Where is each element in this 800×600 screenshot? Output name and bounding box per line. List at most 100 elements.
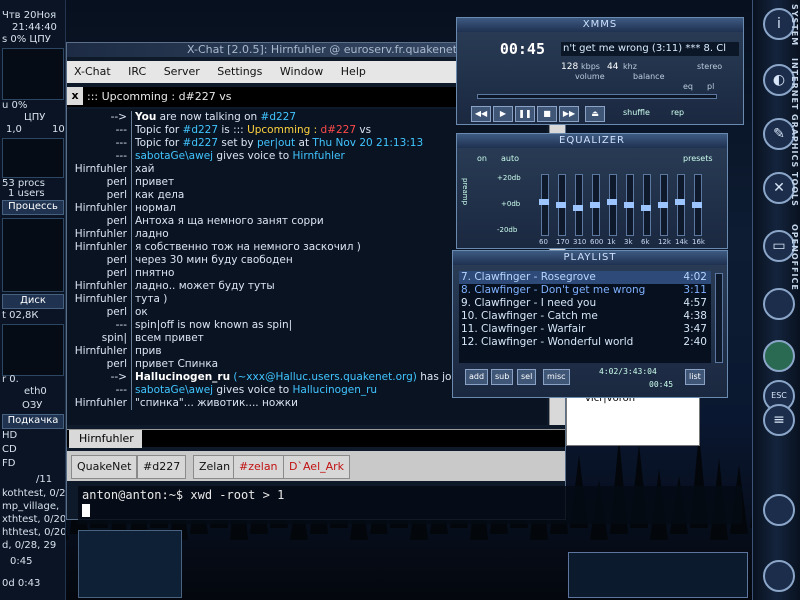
chat-nick[interactable]: --- [67, 150, 127, 163]
chat-nick[interactable]: perl [67, 358, 127, 371]
disk-button[interactable]: Диск [2, 294, 64, 309]
play-time[interactable]: 00:45 [475, 40, 545, 58]
equalizer-titlebar[interactable]: EQUALIZER [457, 134, 727, 148]
eq-presets-button[interactable]: presets [683, 154, 713, 163]
eq-slider[interactable] [692, 174, 702, 236]
eq-auto-toggle[interactable]: auto [501, 154, 519, 163]
chat-nick[interactable]: --- [67, 319, 127, 332]
dock-slot-icon-2[interactable] [763, 494, 795, 526]
menu-xchat[interactable]: X-Chat [67, 61, 118, 78]
next-button[interactable]: ▶▶ [559, 106, 579, 122]
channel-tab[interactable]: D`Ael_Ark [283, 455, 351, 479]
eq-slider[interactable] [539, 174, 549, 236]
terminal-window[interactable]: anton@anton:~$ xwd -root > 1 [78, 486, 742, 524]
pl-toggle[interactable]: pl [707, 82, 714, 91]
shuffle-toggle[interactable]: shuffle [623, 108, 650, 117]
chat-nick[interactable]: --> [67, 371, 127, 384]
menu-window[interactable]: Window [273, 61, 330, 78]
playlist-item[interactable]: 9. Clawfinger - I need you 4:57 [459, 297, 711, 310]
eq-knob[interactable] [641, 205, 651, 211]
play-button[interactable]: ▶ [493, 106, 513, 122]
chat-nick[interactable]: perl [67, 189, 127, 202]
eq-slider[interactable] [641, 174, 651, 236]
chat-nick[interactable]: Hirnfuhler [67, 241, 127, 254]
eq-slider[interactable] [590, 174, 600, 236]
playlist-item[interactable]: 10. Clawfinger - Catch me 4:38 [459, 310, 711, 323]
eq-slider[interactable] [556, 174, 566, 236]
chat-nick[interactable]: --- [67, 384, 127, 397]
desktop-pager[interactable] [568, 552, 748, 598]
playlist-add-button[interactable]: add [465, 369, 489, 385]
channel-tab[interactable]: #zelan [233, 455, 284, 479]
eq-knob[interactable] [675, 199, 685, 205]
eq-on-toggle[interactable]: on [477, 154, 487, 163]
eq-slider[interactable] [573, 174, 583, 236]
eq-toggle[interactable]: eq [683, 82, 693, 91]
chat-nick[interactable]: spin| [67, 332, 127, 345]
channel-tab[interactable]: Zelan [193, 455, 237, 479]
chat-nick[interactable]: Hirnfuhler [67, 345, 127, 358]
stop-button[interactable]: ■ [537, 106, 557, 122]
chat-nick[interactable]: --- [67, 137, 127, 150]
song-ticker[interactable]: n't get me wrong (3:11) *** 8. Cl [561, 42, 739, 56]
seek-bar[interactable] [477, 94, 717, 99]
eq-slider[interactable] [675, 174, 685, 236]
dock-slot-icon-3[interactable] [763, 560, 795, 592]
playlist-titlebar[interactable]: PLAYLIST [453, 251, 727, 265]
xmms-titlebar[interactable]: XMMS [457, 18, 743, 32]
playlist-list[interactable]: 7. Clawfinger - Rosegrove 4:02 8. Clawfing… [459, 271, 711, 363]
eq-knob[interactable] [692, 202, 702, 208]
menu-help[interactable]: Help [334, 61, 373, 78]
chat-nick[interactable]: perl [67, 267, 127, 280]
playlist-item[interactable]: 11. Clawfinger - Warfair 3:47 [459, 323, 711, 336]
chat-nick[interactable]: perl [67, 254, 127, 267]
playlist-item[interactable]: 7. Clawfinger - Rosegrove 4:02 [459, 271, 711, 284]
stack-icon[interactable]: ≡ [763, 404, 795, 436]
eq-knob[interactable] [573, 205, 583, 211]
repeat-toggle[interactable]: rep [671, 108, 684, 117]
playlist-list-button[interactable]: list [685, 369, 705, 385]
chat-nick[interactable]: perl [67, 176, 127, 189]
processes-button[interactable]: Процессь [2, 200, 64, 215]
chat-nick[interactable]: Hirnfuhler [67, 293, 127, 306]
dock-slot-icon[interactable] [763, 288, 795, 320]
channel-tab[interactable]: #d227 [137, 455, 187, 479]
close-tab-button[interactable]: x [67, 87, 83, 105]
chat-nick[interactable]: Hirnfuhler [67, 280, 127, 293]
playlist-misc-button[interactable]: misc [543, 369, 570, 385]
eq-knob[interactable] [658, 202, 668, 208]
chat-input-bar[interactable]: Hirnfuhler [67, 429, 565, 448]
playlist-sel-button[interactable]: sel [517, 369, 537, 385]
eject-button[interactable]: ⏏ [585, 106, 605, 122]
playlist-sub-button[interactable]: sub [491, 369, 514, 385]
eq-slider[interactable] [658, 174, 668, 236]
playlist-item[interactable]: 12. Clawfinger - Wonderful world 2:40 [459, 336, 711, 349]
prev-button[interactable]: ◀◀ [471, 106, 491, 122]
chat-nick[interactable]: --- [67, 124, 127, 137]
eq-knob[interactable] [539, 199, 549, 205]
chat-nick[interactable]: Hirnfuhler [67, 202, 127, 215]
chat-nick[interactable]: --> [67, 111, 127, 124]
chat-nick[interactable]: Hirnfuhler [67, 228, 127, 241]
userlist[interactable]: vicr|voron [566, 390, 700, 446]
window-thumbnail[interactable] [78, 530, 182, 598]
eq-slider[interactable] [607, 174, 617, 236]
eq-knob[interactable] [590, 202, 600, 208]
eq-knob[interactable] [607, 199, 617, 205]
menu-settings[interactable]: Settings [210, 61, 269, 78]
chat-nick[interactable]: perl [67, 306, 127, 319]
eq-knob[interactable] [624, 202, 634, 208]
swap-button[interactable]: Подкачка [2, 414, 64, 429]
playlist-item[interactable]: 8. Clawfinger - Don't get me wrong 3:11 [459, 284, 711, 297]
channel-tab[interactable]: QuakeNet [71, 455, 138, 479]
playlist-scrollbar[interactable] [715, 273, 723, 363]
eq-knob[interactable] [556, 202, 566, 208]
chat-nick[interactable]: Hirnfuhler [67, 397, 127, 410]
menu-irc[interactable]: IRC [121, 61, 153, 78]
topic-text[interactable]: ::: Upcomming : d#227 vs [87, 87, 232, 107]
eq-slider[interactable] [624, 174, 634, 236]
nick-button[interactable]: Hirnfuhler [69, 430, 142, 448]
menu-server[interactable]: Server [157, 61, 207, 78]
pause-button[interactable]: ❚❚ [515, 106, 535, 122]
chat-nick[interactable]: Hirnfuhler [67, 163, 127, 176]
